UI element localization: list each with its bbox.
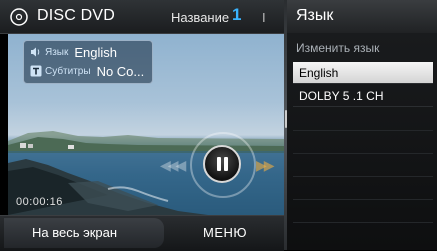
speaker-icon: [31, 47, 40, 57]
list-separator: [293, 176, 433, 177]
menu-button[interactable]: МЕНЮ: [185, 218, 275, 248]
top-header: DISC DVD Название 1 I: [0, 0, 284, 34]
rewind-icon[interactable]: ◀◀◀: [160, 157, 186, 174]
title-label: Название: [171, 10, 230, 25]
list-separator: [293, 130, 433, 131]
app-title: DISC DVD: [37, 7, 116, 24]
fullscreen-button-label: На весь экран: [32, 225, 118, 240]
audio-subtitle-info-box[interactable]: Язык English Субтитры No Co...: [23, 40, 153, 84]
dvd-screen: DISC DVD Название 1 I Язык English Субти…: [0, 0, 437, 251]
title-number: 1: [232, 5, 242, 24]
language-option-label: English: [299, 66, 339, 80]
subtitle-row: Субтитры No Co...: [30, 62, 144, 80]
language-panel: Язык Изменить язык English DOLBY 5 .1 CH: [287, 0, 437, 250]
fast-forward-icon[interactable]: ▶▶: [256, 157, 274, 174]
disc-icon: [10, 8, 28, 26]
list-separator: [293, 199, 433, 200]
audio-language-row: Язык English: [30, 43, 117, 61]
list-separator: [293, 222, 433, 223]
pause-button[interactable]: [203, 145, 241, 183]
language-option-label: DOLBY 5 .1 CH: [299, 89, 384, 103]
header-truncated-text: I: [262, 10, 266, 25]
change-language-label: Изменить язык: [296, 41, 380, 55]
fullscreen-button[interactable]: На весь экран: [4, 218, 164, 248]
language-option-dolby[interactable]: DOLBY 5 .1 CH: [293, 85, 433, 107]
menu-button-label: МЕНЮ: [203, 225, 248, 240]
list-separator: [293, 153, 433, 154]
subtitle-value: No Co...: [96, 63, 145, 79]
language-option-english[interactable]: English: [293, 62, 433, 84]
language-panel-title: Язык: [296, 7, 334, 24]
audio-label: Язык: [45, 46, 69, 58]
audio-value: English: [74, 44, 118, 60]
bottom-bar: На весь экран МЕНЮ: [0, 215, 284, 251]
language-panel-header: Язык: [287, 0, 437, 33]
subtitle-icon: [30, 65, 42, 77]
subtitle-label: Субтитры: [45, 65, 91, 77]
playback-timecode: 00:00:16: [16, 196, 63, 208]
